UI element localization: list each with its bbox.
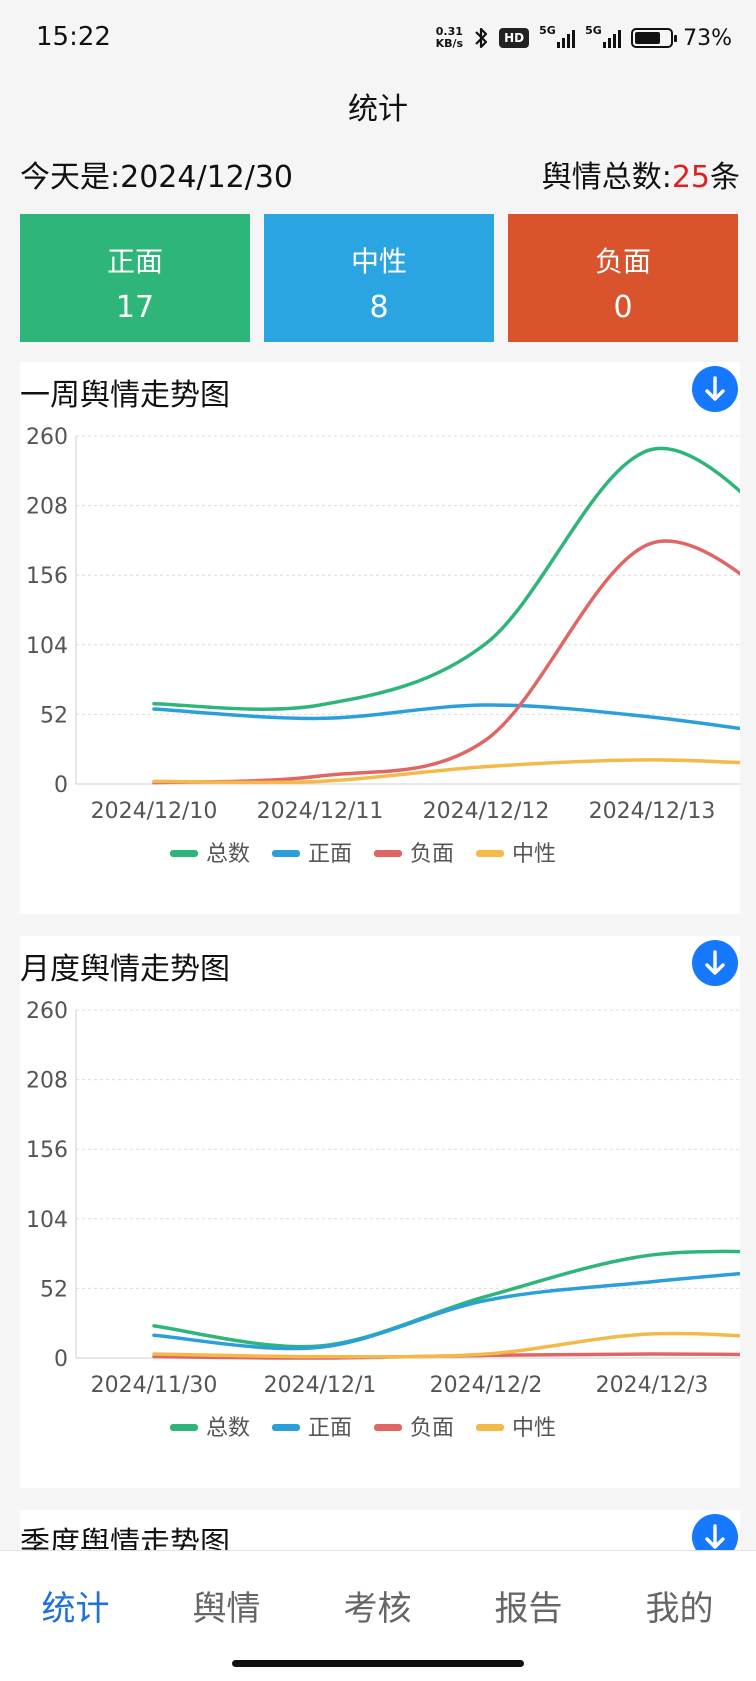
neutral-card-label: 中性 bbox=[350, 245, 407, 278]
download-icon bbox=[705, 950, 725, 975]
tab-mine[interactable]: 我的 bbox=[604, 1581, 755, 1630]
today-value: 2024/12/30 bbox=[120, 160, 294, 195]
negative-card-label: 负面 bbox=[594, 245, 651, 278]
status-icons: 0.31 KB/s HD 5G 5G 73% bbox=[436, 20, 732, 56]
quarterly-download-button[interactable] bbox=[692, 1514, 738, 1550]
neutral-card[interactable]: 中性 8 bbox=[264, 214, 494, 342]
status-bar: 15:22 0.31 KB/s HD 5G 5G 73% bbox=[0, 0, 756, 76]
signal-icon: 5G bbox=[539, 24, 576, 48]
status-time: 15:22 bbox=[36, 22, 111, 52]
monthly-chart-title: 月度舆情走势图 bbox=[20, 952, 230, 987]
positive-card-label: 正面 bbox=[106, 245, 163, 278]
x-tick-label: 2024/12/13 bbox=[589, 799, 716, 824]
series-line-neutral bbox=[152, 758, 740, 785]
legend-swatch-total bbox=[170, 850, 198, 857]
weekly-chart-panel: 0 52 104 156 208 260 2024/12/10 2024/12/11 2024/… bbox=[20, 362, 740, 914]
y-tick-label: 0 bbox=[54, 773, 68, 798]
monthly-trend-chart: 0 52 104 156 208 260 2024/11/30 2024/12/1 2024/1… bbox=[26, 999, 740, 1441]
legend-label-negative: 负面 bbox=[410, 1416, 454, 1441]
x-tick-label: 2024/12/12 bbox=[423, 799, 550, 824]
battery-icon bbox=[631, 28, 678, 48]
legend-label-neutral: 中性 bbox=[512, 842, 556, 867]
x-tick-label: 2024/12/2 bbox=[430, 1373, 543, 1398]
y-tick-label: 156 bbox=[26, 564, 68, 589]
monthly-download-button[interactable] bbox=[692, 940, 738, 986]
y-tick-label: 208 bbox=[26, 495, 68, 520]
tab-reports[interactable]: 报告 bbox=[453, 1581, 604, 1630]
net-speed: 0.31 KB/s bbox=[436, 26, 463, 50]
summary-row: 今天是:2024/12/30 舆情总数:25条 bbox=[20, 152, 740, 196]
tab-public-opinion[interactable]: 舆情 bbox=[151, 1581, 302, 1630]
legend-label-positive: 正面 bbox=[308, 1416, 352, 1441]
negative-card[interactable]: 负面 0 bbox=[508, 214, 738, 342]
network-type-2: 5G bbox=[585, 24, 602, 37]
legend-swatch-total bbox=[170, 1424, 198, 1431]
x-tick-label: 2024/12/3 bbox=[596, 1373, 709, 1398]
download-icon bbox=[705, 376, 725, 401]
positive-card-value: 17 bbox=[115, 290, 155, 325]
legend-swatch-neutral bbox=[476, 850, 504, 857]
weekly-download-button[interactable] bbox=[692, 366, 738, 412]
legend-swatch-neutral bbox=[476, 1424, 504, 1431]
legend-swatch-positive bbox=[272, 1424, 300, 1431]
neutral-card-value: 8 bbox=[369, 290, 389, 325]
x-tick-label: 2024/12/1 bbox=[264, 1373, 377, 1398]
legend-swatch-negative bbox=[374, 850, 402, 857]
page-title: 统计 bbox=[348, 92, 408, 127]
signal-icon: 5G bbox=[585, 24, 622, 48]
y-tick-label: 156 bbox=[26, 1138, 68, 1163]
x-tick-label: 2024/11/30 bbox=[91, 1373, 218, 1398]
hd-badge: HD bbox=[499, 28, 530, 48]
legend-swatch-positive bbox=[272, 850, 300, 857]
y-tick-label: 104 bbox=[26, 634, 68, 659]
home-indicator bbox=[232, 1660, 524, 1667]
positive-card[interactable]: 正面 17 bbox=[20, 214, 250, 342]
negative-card-value: 0 bbox=[613, 290, 633, 325]
y-tick-label: 52 bbox=[40, 1277, 68, 1302]
legend-label-positive: 正面 bbox=[308, 842, 352, 867]
quarterly-chart-panel: 季度舆情走势图 bbox=[20, 1510, 740, 1550]
y-tick-label: 104 bbox=[26, 1208, 68, 1233]
tab-statistics[interactable]: 统计 bbox=[0, 1581, 151, 1630]
battery-fill bbox=[635, 32, 660, 44]
series-line-total bbox=[152, 446, 740, 711]
legend-label-neutral: 中性 bbox=[512, 1416, 556, 1441]
weekly-trend-chart: 0 52 104 156 208 260 2024/12/10 2024/12/11 2024/… bbox=[26, 425, 740, 867]
legend-swatch-negative bbox=[374, 1424, 402, 1431]
quarterly-chart-title: 季度舆情走势图 bbox=[20, 1526, 230, 1550]
battery-percent: 73% bbox=[683, 25, 732, 51]
y-tick-label: 52 bbox=[40, 703, 68, 728]
net-speed-unit: KB/s bbox=[435, 37, 464, 50]
total-count: 25 bbox=[671, 160, 710, 195]
x-tick-label: 2024/12/11 bbox=[257, 799, 384, 824]
today-text: 今天是:2024/12/30 bbox=[20, 152, 293, 196]
total-label: 舆情总数: bbox=[541, 160, 672, 195]
y-tick-label: 0 bbox=[54, 1347, 68, 1372]
y-tick-label: 260 bbox=[26, 999, 68, 1024]
today-label: 今天是: bbox=[20, 160, 121, 195]
monthly-chart-panel: 0 52 104 156 208 260 2024/11/30 2024/12/1 2024/1… bbox=[20, 936, 740, 1488]
legend-label-negative: 负面 bbox=[410, 842, 454, 867]
total-unit: 条 bbox=[710, 160, 740, 195]
tab-assessment[interactable]: 考核 bbox=[302, 1581, 453, 1630]
y-tick-label: 208 bbox=[26, 1069, 68, 1094]
network-type-1: 5G bbox=[539, 24, 556, 37]
x-tick-label: 2024/12/10 bbox=[91, 799, 218, 824]
bluetooth-icon bbox=[475, 27, 488, 49]
y-tick-label: 260 bbox=[26, 425, 68, 450]
total-text: 舆情总数:25条 bbox=[542, 152, 740, 196]
download-icon bbox=[705, 1524, 725, 1549]
weekly-chart-title: 一周舆情走势图 bbox=[20, 378, 230, 413]
legend-label-total: 总数 bbox=[206, 1416, 250, 1441]
legend-label-total: 总数 bbox=[206, 842, 250, 867]
series-line-negative bbox=[152, 539, 740, 785]
